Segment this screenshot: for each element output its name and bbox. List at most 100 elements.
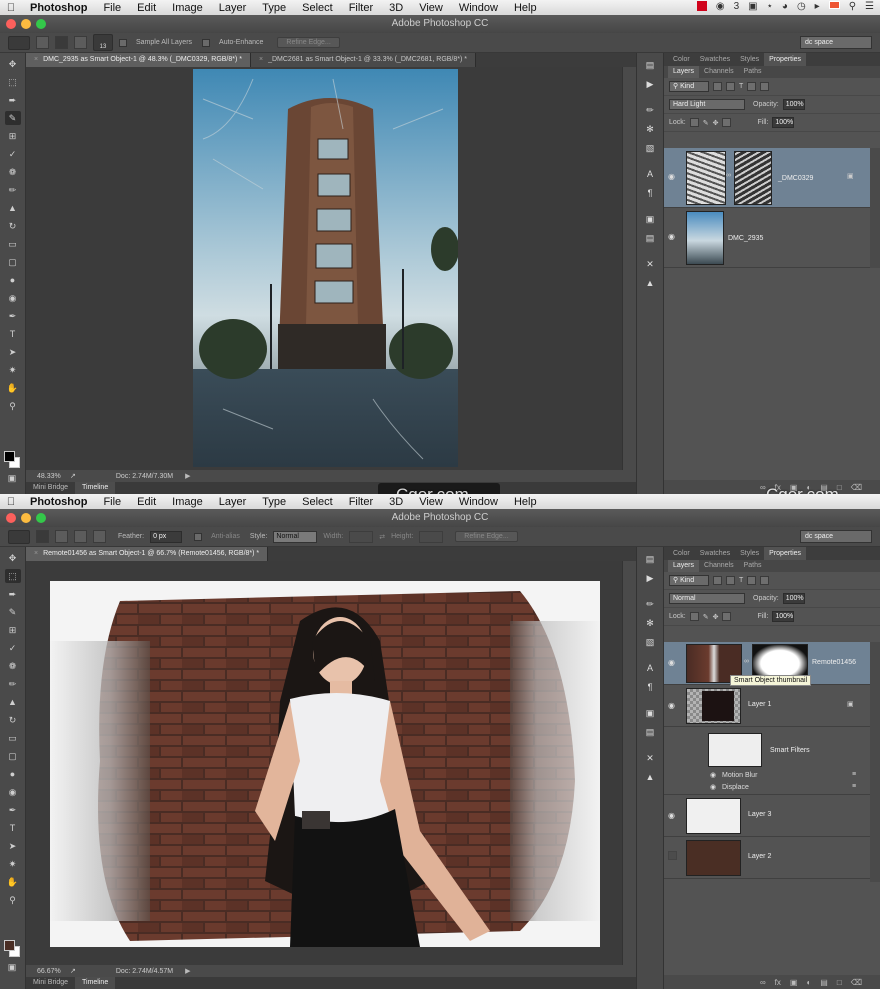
layer-row[interactable]: ◉ Layer 3 <box>664 795 870 837</box>
menu-select[interactable]: Select <box>294 496 341 508</box>
document-tab[interactable]: × DMC_2935 as Smart Object-1 @ 48.3% (_DM… <box>26 53 251 67</box>
paragraph-icon[interactable]: ¶ <box>642 680 658 694</box>
new-group-icon[interactable]: ▤ <box>820 978 828 987</box>
filter-options-icon[interactable]: ≡ <box>852 783 856 790</box>
history-icon[interactable]: ▤ <box>642 58 658 72</box>
tab-channels[interactable]: Channels <box>699 560 739 572</box>
fill-input[interactable]: 100% <box>772 117 795 128</box>
layer-name[interactable]: Remote01456 <box>812 659 856 666</box>
layer-name[interactable]: Layer 2 <box>748 853 771 860</box>
type-filter-icon[interactable]: T <box>739 577 743 584</box>
info-icon[interactable]: ▣ <box>642 212 658 226</box>
feather-input[interactable]: 0 px <box>150 530 183 543</box>
history-icon[interactable]: ▤ <box>642 552 658 566</box>
foreground-color-swatch[interactable] <box>4 940 15 951</box>
adjustment-filter-icon[interactable] <box>726 576 735 585</box>
tab-swatches[interactable]: Swatches <box>695 547 735 560</box>
apple-icon[interactable]:  <box>0 496 22 508</box>
menu-file[interactable]: File <box>95 2 129 14</box>
type-filter-icon[interactable]: T <box>739 83 743 90</box>
workspace-select[interactable]: dc space <box>800 36 872 49</box>
close-window-button[interactable] <box>6 19 16 29</box>
eyedropper-tool-icon[interactable]: ✓ <box>5 641 21 655</box>
brush-presets-icon[interactable]: ✏ <box>642 597 658 611</box>
canvas-area[interactable] <box>26 67 622 470</box>
menu-file[interactable]: File <box>95 496 129 508</box>
link-layers-icon[interactable]: ∞ <box>760 978 766 987</box>
menu-filter[interactable]: Filter <box>341 2 381 14</box>
tab-color[interactable]: Color <box>668 53 695 66</box>
visibility-box[interactable] <box>668 851 677 860</box>
link-layers-icon[interactable]: ∞ <box>760 483 766 492</box>
sample-all-layers-checkbox[interactable] <box>119 38 127 47</box>
menu-window[interactable]: Window <box>451 496 506 508</box>
dropbox-icon[interactable]: ▣ <box>748 1 757 12</box>
tab-channels[interactable]: Channels <box>699 66 739 78</box>
flag-icon[interactable] <box>828 1 840 9</box>
3d-icon[interactable]: ▲ <box>642 276 658 290</box>
visibility-eye-icon[interactable]: ◉ <box>668 658 675 667</box>
menu-edit[interactable]: Edit <box>129 2 164 14</box>
clone-source-icon[interactable]: ▧ <box>642 141 658 155</box>
zoom-window-button[interactable] <box>36 19 46 29</box>
workspace-select[interactable]: dc space <box>800 530 872 543</box>
hand-tool-icon[interactable]: ✋ <box>5 875 21 889</box>
brush-tool-icon[interactable]: ✏ <box>5 677 21 691</box>
dodge-tool-icon[interactable]: ◉ <box>5 291 21 305</box>
tool-preset-picker[interactable] <box>8 529 30 544</box>
shape-filter-icon[interactable] <box>747 82 757 91</box>
gradient-tool-icon[interactable]: ▢ <box>5 255 21 269</box>
pen-tool-icon[interactable]: ✒ <box>5 309 21 323</box>
move-tool-icon[interactable]: ✥ <box>5 57 21 71</box>
move-tool-icon[interactable]: ✥ <box>5 551 21 565</box>
height-input[interactable] <box>419 530 444 543</box>
menu-window[interactable]: Window <box>451 2 506 14</box>
clone-stamp-tool-icon[interactable]: ▲ <box>5 695 21 709</box>
layers-scrollbar[interactable] <box>870 148 880 268</box>
notes-icon[interactable]: ▤ <box>642 231 658 245</box>
close-tab-icon[interactable]: × <box>259 56 263 63</box>
clone-stamp-tool-icon[interactable]: ▲ <box>5 201 21 215</box>
document-tab[interactable]: × _DMC2681 as Smart Object-1 @ 33.3% (_DM… <box>251 53 476 67</box>
type-tool-icon[interactable]: T <box>5 821 21 835</box>
add-selection-button[interactable] <box>55 530 68 543</box>
crop-tool-icon[interactable]: ⊞ <box>5 623 21 637</box>
auto-enhance-checkbox[interactable] <box>202 38 211 47</box>
link-icon[interactable]: ∞ <box>744 658 749 665</box>
brush-size-picker[interactable]: 13 <box>93 34 113 51</box>
new-selection-button[interactable] <box>36 530 49 543</box>
adjustment-filter-icon[interactable] <box>726 82 735 91</box>
type-tool-icon[interactable]: T <box>5 327 21 341</box>
lock-all-icon[interactable] <box>722 118 732 127</box>
visibility-eye-icon[interactable]: ◉ <box>668 232 675 241</box>
menu-image[interactable]: Image <box>164 496 211 508</box>
clone-source-icon[interactable]: ▧ <box>642 635 658 649</box>
swap-icon[interactable]: ⇄ <box>379 533 385 541</box>
lasso-tool-icon[interactable]: ➨ <box>5 93 21 107</box>
blend-mode-select[interactable]: Hard Light <box>669 99 745 110</box>
add-selection-button[interactable] <box>55 36 68 49</box>
lasso-tool-icon[interactable]: ➨ <box>5 587 21 601</box>
filter-kind-select[interactable]: ⚲ Kind <box>669 575 709 586</box>
anti-alias-checkbox[interactable] <box>194 532 203 541</box>
menu-3d[interactable]: 3D <box>381 2 411 14</box>
new-selection-button[interactable] <box>36 36 49 49</box>
smart-filters-thumbnail[interactable] <box>708 733 762 767</box>
trash-icon[interactable]: ⌫ <box>851 978 862 987</box>
menu-select[interactable]: Select <box>294 2 341 14</box>
timeline-tab[interactable]: Timeline <box>75 482 116 494</box>
marquee-tool-icon[interactable]: ⬚ <box>5 75 21 89</box>
wifi-icon[interactable]: ◕ <box>782 1 788 12</box>
tab-styles[interactable]: Styles <box>735 53 764 66</box>
tab-layers[interactable]: Layers <box>668 66 700 78</box>
add-mask-icon[interactable]: ▣ <box>790 978 798 987</box>
character-icon[interactable]: A <box>642 167 658 181</box>
smart-filter-motion-blur[interactable]: Motion Blur <box>722 772 757 779</box>
zoom-window-button[interactable] <box>36 513 46 523</box>
time-machine-icon[interactable]: ◷ <box>797 1 806 12</box>
menu-view[interactable]: View <box>411 2 451 14</box>
path-selection-tool-icon[interactable]: ➤ <box>5 345 21 359</box>
pixel-filter-icon[interactable] <box>713 82 722 91</box>
new-layer-icon[interactable]: □ <box>837 978 842 987</box>
quick-selection-tool-icon[interactable]: ✎ <box>5 605 21 619</box>
